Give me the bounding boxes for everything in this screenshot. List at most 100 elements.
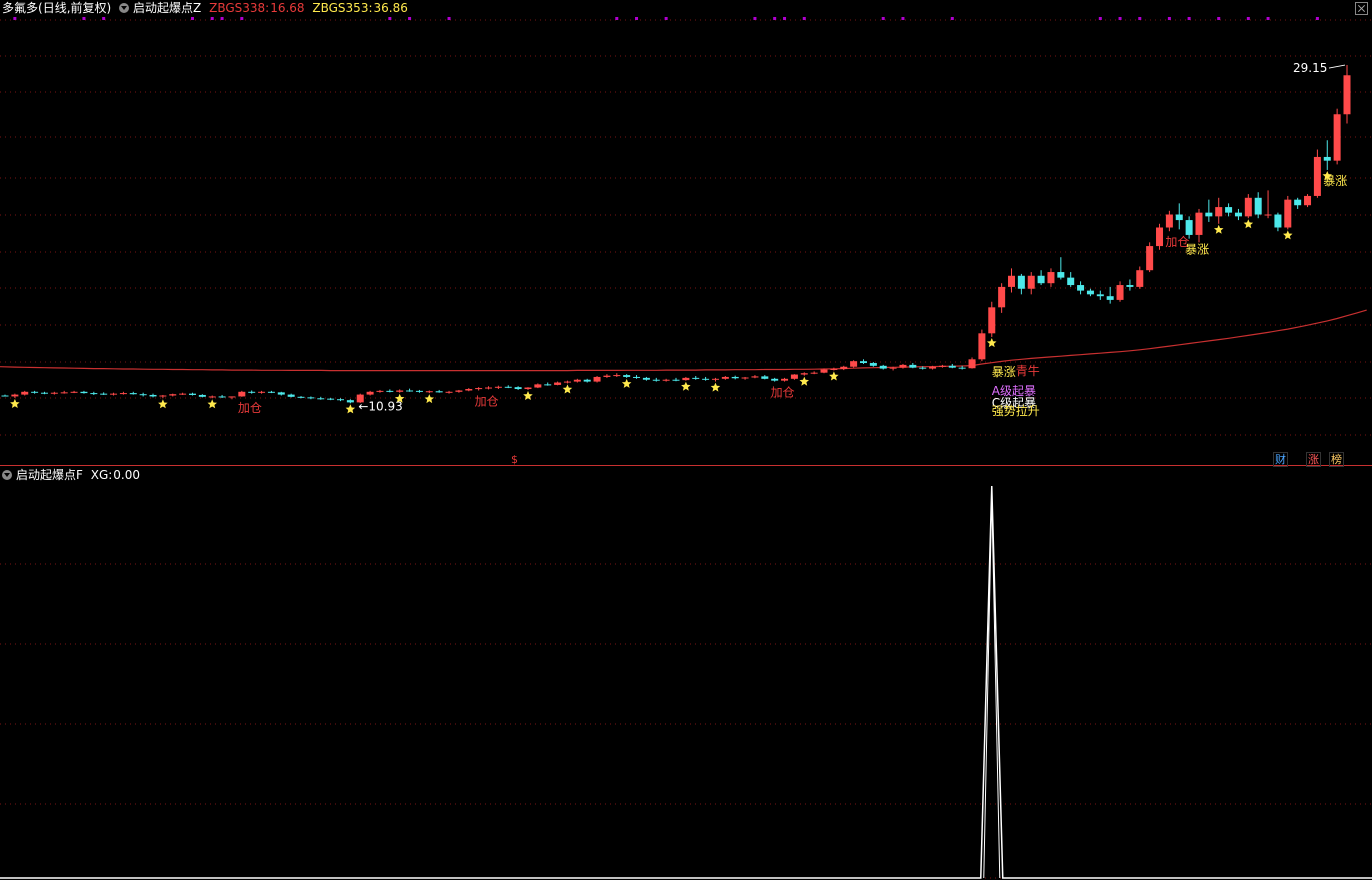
candle[interactable] — [988, 301, 996, 338]
candle[interactable] — [425, 390, 433, 394]
candle[interactable] — [1225, 203, 1233, 217]
candle[interactable] — [208, 395, 216, 399]
candle[interactable] — [1, 394, 9, 397]
candle[interactable] — [1156, 223, 1164, 250]
candle[interactable] — [998, 283, 1006, 313]
candle[interactable] — [692, 376, 700, 380]
candle[interactable] — [475, 387, 483, 391]
candle[interactable] — [228, 396, 236, 400]
candle[interactable] — [938, 364, 946, 368]
candle[interactable] — [1047, 268, 1055, 287]
candlestick-chart[interactable]: 加仓 加仓加仓加仓暴涨 青牛暴涨暴涨A级起暴C级起暴强势拉升29.15←10.93 — [0, 0, 1372, 466]
candle[interactable] — [406, 388, 414, 392]
candle[interactable] — [583, 378, 591, 383]
candle[interactable] — [879, 364, 887, 370]
candle[interactable] — [751, 375, 759, 379]
candle[interactable] — [702, 376, 710, 381]
candle[interactable] — [277, 391, 285, 396]
ranking-badge[interactable]: 榜 — [1329, 452, 1344, 467]
candle[interactable] — [731, 375, 739, 380]
candle[interactable] — [1244, 194, 1252, 219]
candle[interactable] — [50, 391, 58, 395]
candle[interactable] — [968, 357, 976, 369]
candle[interactable] — [1077, 281, 1085, 295]
candle[interactable] — [1333, 108, 1341, 165]
candle[interactable] — [859, 359, 867, 364]
candle[interactable] — [830, 367, 838, 371]
candle[interactable] — [60, 390, 68, 394]
candle[interactable] — [761, 375, 769, 380]
candle[interactable] — [337, 398, 344, 402]
candle[interactable] — [139, 392, 147, 397]
candle[interactable] — [534, 383, 542, 389]
close-icon[interactable] — [1355, 2, 1368, 15]
candle[interactable] — [70, 390, 78, 394]
candle[interactable] — [613, 373, 621, 377]
candle[interactable] — [267, 390, 275, 394]
candle[interactable] — [11, 393, 19, 398]
candle[interactable] — [346, 399, 354, 404]
candle[interactable] — [1195, 208, 1203, 243]
candle[interactable] — [1323, 140, 1331, 170]
candle[interactable] — [1096, 290, 1104, 300]
candle[interactable] — [31, 390, 39, 394]
candle[interactable] — [721, 376, 729, 380]
candle[interactable] — [465, 388, 473, 392]
finance-badge[interactable]: 财 — [1273, 452, 1288, 467]
candle[interactable] — [1215, 197, 1223, 224]
candle[interactable] — [494, 385, 502, 390]
candle[interactable] — [524, 387, 532, 390]
candle[interactable] — [1264, 190, 1272, 219]
candle[interactable] — [1126, 279, 1134, 291]
candle[interactable] — [948, 363, 956, 369]
candle[interactable] — [662, 378, 670, 382]
candle[interactable] — [840, 365, 848, 371]
candle[interactable] — [396, 389, 404, 393]
candle[interactable] — [1027, 272, 1035, 295]
candle[interactable] — [909, 363, 917, 369]
candle[interactable] — [593, 376, 601, 383]
candle[interactable] — [149, 393, 157, 398]
candle[interactable] — [623, 374, 631, 378]
candle[interactable] — [317, 396, 325, 400]
candle[interactable] — [682, 376, 690, 381]
candle[interactable] — [800, 372, 808, 376]
candle[interactable] — [544, 382, 552, 386]
candle[interactable] — [1136, 266, 1144, 289]
candle[interactable] — [1304, 194, 1312, 208]
candle[interactable] — [642, 376, 650, 381]
candle[interactable] — [258, 390, 266, 394]
candle[interactable] — [850, 360, 858, 368]
sub-indicator-name[interactable]: 启动起爆点F — [16, 468, 83, 482]
candle[interactable] — [1017, 273, 1025, 295]
candle[interactable] — [741, 376, 749, 380]
candle[interactable] — [1294, 197, 1302, 209]
candle[interactable] — [771, 377, 779, 382]
candle[interactable] — [554, 381, 562, 386]
candle[interactable] — [21, 390, 29, 396]
candle[interactable] — [455, 389, 463, 393]
candle[interactable] — [238, 390, 246, 397]
xg-indicator-chart[interactable] — [0, 466, 1372, 880]
dropdown-icon[interactable] — [2, 469, 12, 480]
candle[interactable] — [1057, 257, 1065, 280]
candle[interactable] — [287, 393, 295, 398]
candle[interactable] — [603, 374, 611, 378]
candle[interactable] — [1165, 210, 1173, 232]
candle[interactable] — [1146, 242, 1154, 273]
candle[interactable] — [110, 392, 118, 396]
candle[interactable] — [1106, 286, 1114, 304]
candle[interactable] — [1086, 288, 1094, 297]
candle[interactable] — [376, 389, 384, 393]
candle[interactable] — [504, 385, 512, 389]
candle[interactable] — [1254, 192, 1262, 219]
candle[interactable] — [514, 386, 522, 390]
candle[interactable] — [1116, 281, 1124, 302]
indicator-name[interactable]: 启动起爆点Z — [133, 1, 201, 15]
candle[interactable] — [100, 392, 108, 395]
candle[interactable] — [810, 371, 818, 375]
candle[interactable] — [198, 394, 206, 398]
candle[interactable] — [711, 377, 719, 382]
candle[interactable] — [485, 386, 493, 390]
candle[interactable] — [1205, 199, 1213, 222]
